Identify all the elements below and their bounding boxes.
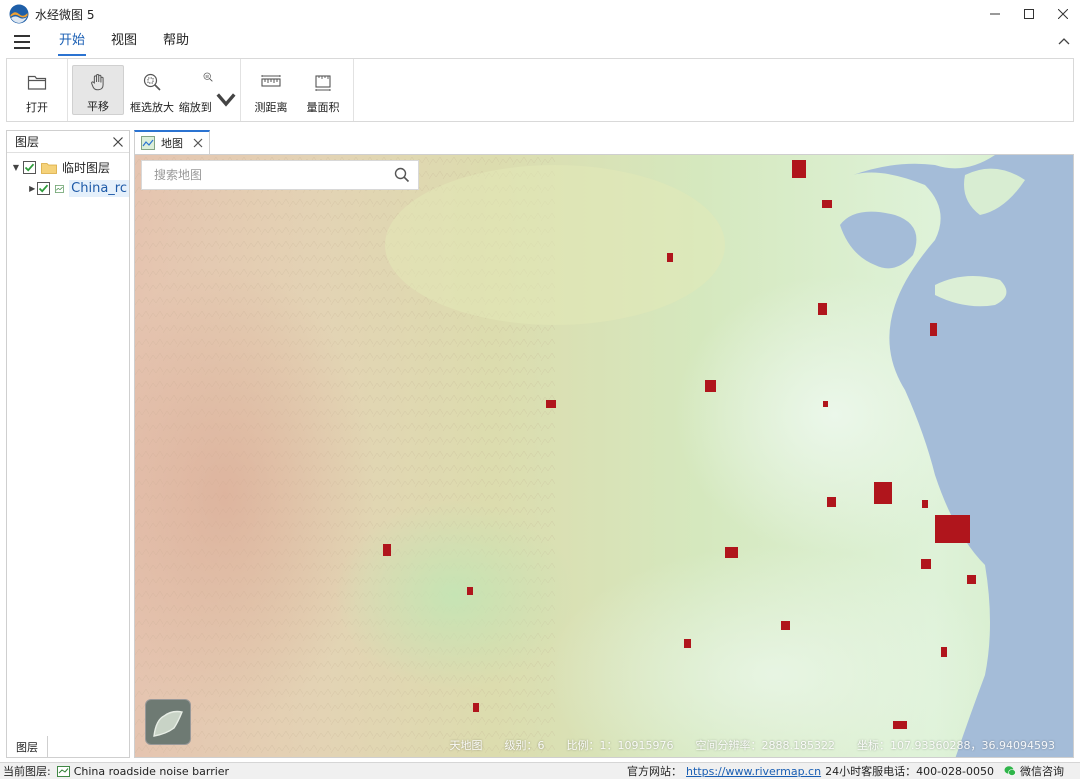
measure-distance-button[interactable]: 测距离 bbox=[245, 65, 297, 115]
map-info-bar: 天地图 级别：6 比例：1：10915976 空间分辨率：2888.185322… bbox=[450, 737, 1055, 753]
title-bar: 水经微图 5 bbox=[0, 0, 1080, 28]
zoom-to-button[interactable]: 缩放到 bbox=[179, 65, 236, 115]
map-resolution: 空间分辨率：2888.185322 bbox=[695, 739, 836, 752]
menu-item-help[interactable]: 帮助 bbox=[150, 28, 202, 56]
open-button[interactable]: 打开 bbox=[11, 65, 63, 115]
terrain-map[interactable] bbox=[135, 155, 1074, 758]
search-icon[interactable] bbox=[394, 167, 410, 183]
close-window-button[interactable] bbox=[1046, 0, 1080, 28]
map-search-input[interactable] bbox=[154, 168, 394, 182]
layer-panel-tab[interactable]: 图层 bbox=[6, 736, 48, 758]
chevron-down-icon bbox=[216, 93, 236, 107]
current-layer-value: China roadside noise barrier bbox=[73, 764, 230, 778]
basemap-thumbnail-icon bbox=[153, 710, 183, 737]
map-search-box bbox=[141, 160, 419, 190]
pan-button[interactable]: 平移 bbox=[72, 65, 124, 115]
minimize-button[interactable] bbox=[978, 0, 1012, 28]
minimize-icon bbox=[990, 13, 1000, 15]
line-layer-icon bbox=[56, 765, 70, 777]
maximize-button[interactable] bbox=[1012, 0, 1046, 28]
zoom-box-magnifier-icon bbox=[143, 73, 161, 91]
area-measure-icon bbox=[315, 75, 331, 91]
tab-map[interactable]: 地图 bbox=[134, 130, 210, 154]
map-icon bbox=[141, 136, 155, 150]
current-layer-label: 当前图层: bbox=[3, 765, 51, 778]
tree-row-temp-layers[interactable]: ▼ 临时图层 bbox=[7, 157, 129, 178]
app-title: 水经微图 5 bbox=[35, 7, 95, 22]
panel-close-icon[interactable] bbox=[113, 136, 123, 147]
tree-label: 临时图层 bbox=[62, 161, 111, 175]
caret-collapsed-icon[interactable]: ▶ bbox=[29, 184, 35, 193]
hamburger-menu-icon[interactable] bbox=[14, 35, 30, 49]
line-layer-icon bbox=[55, 184, 65, 193]
menu-item-home[interactable]: 开始 bbox=[46, 28, 98, 56]
website-link[interactable]: https://www.rivermap.cn bbox=[686, 765, 821, 778]
map-scale: 比例：1：10915976 bbox=[566, 739, 674, 752]
map-tab-strip: 地图 bbox=[134, 130, 210, 154]
layer-panel-header: 图层 bbox=[7, 131, 129, 153]
layer-panel-title: 图层 bbox=[15, 135, 40, 149]
map-level: 级别：6 bbox=[504, 739, 545, 752]
layer-panel: 图层 ▼ 临时图层 ▶ China_rc bbox=[6, 130, 130, 758]
folder-icon bbox=[41, 162, 57, 174]
ruler-icon bbox=[261, 75, 281, 87]
tree-label: China_rc bbox=[69, 180, 129, 197]
layer-tree: ▼ 临时图层 ▶ China_rc bbox=[7, 153, 129, 199]
ribbon-group-navigate: 平移 框选放大 缩放到 bbox=[68, 59, 241, 121]
measure-area-button[interactable]: 量面积 bbox=[297, 65, 349, 115]
close-icon bbox=[1058, 9, 1068, 19]
basemap-switch-button[interactable] bbox=[145, 699, 191, 745]
zoom-box-button[interactable]: 框选放大 bbox=[124, 65, 180, 115]
folder-open-icon bbox=[27, 75, 47, 90]
layer-checkbox[interactable] bbox=[23, 161, 36, 174]
menu-bar: 开始 视图 帮助 bbox=[0, 28, 1080, 56]
website-label: 官方网站： bbox=[627, 765, 683, 778]
ribbon-toolbar: 打开 平移 框选放大 缩放到 测距离 量面积 bbox=[6, 58, 1074, 122]
ribbon-group-file: 打开 bbox=[7, 59, 68, 121]
ribbon-group-measure: 测距离 量面积 bbox=[241, 59, 354, 121]
map-view[interactable]: 天地图 级别：6 比例：1：10915976 空间分辨率：2888.185322… bbox=[134, 154, 1074, 758]
app-logo-icon bbox=[9, 4, 29, 24]
wechat-consult-button[interactable]: 微信咨询 bbox=[1004, 763, 1064, 779]
status-bar: 当前图层: China roadside noise barrier 官方网站：… bbox=[0, 762, 1080, 779]
hand-pan-icon bbox=[91, 74, 104, 91]
maximize-icon bbox=[1024, 9, 1034, 19]
collapse-ribbon-chevron-up-icon[interactable] bbox=[1056, 34, 1072, 50]
zoom-to-layers-icon bbox=[203, 72, 213, 82]
checkmark-icon bbox=[24, 163, 35, 172]
hotline-text: 24小时客服电话：400-028-0050 bbox=[825, 765, 994, 778]
layer-checkbox[interactable] bbox=[37, 182, 51, 195]
checkmark-icon bbox=[39, 184, 49, 193]
map-coordinates: 坐标：107.93360288，36.94094593 bbox=[857, 739, 1055, 752]
tab-close-icon[interactable] bbox=[193, 138, 203, 148]
wechat-icon bbox=[1004, 766, 1016, 776]
tree-row-china-layer[interactable]: ▶ China_rc bbox=[7, 178, 129, 199]
menu-item-view[interactable]: 视图 bbox=[98, 28, 150, 56]
caret-expanded-icon[interactable]: ▼ bbox=[11, 163, 21, 172]
map-source: 天地图 bbox=[449, 739, 483, 752]
